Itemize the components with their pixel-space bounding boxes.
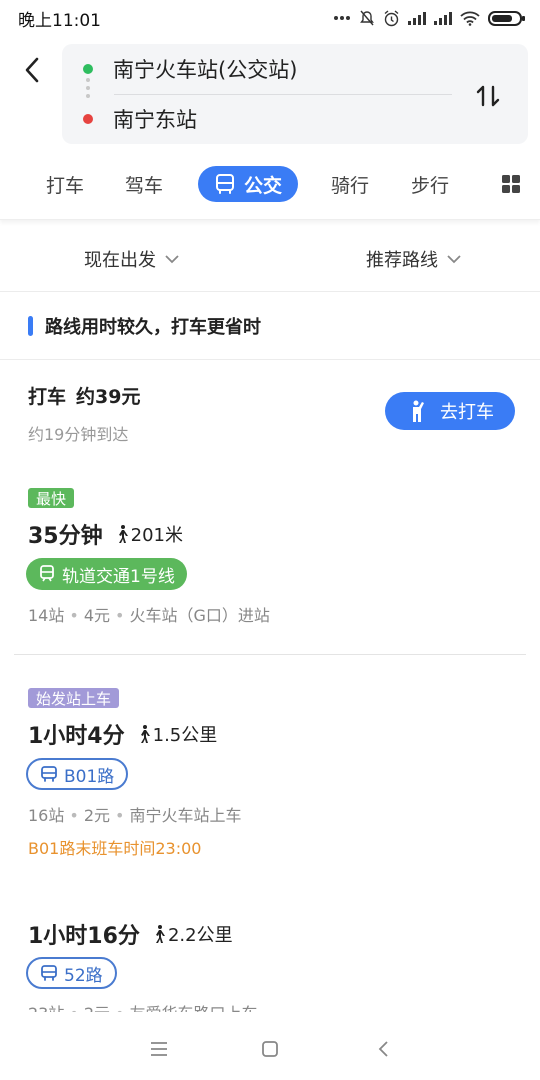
menu-icon [151,1042,167,1056]
boarding-point: 火车站（G口）进站 [129,606,270,625]
chevron-down-icon [165,255,179,264]
taxi-title: 打车 约39元 [28,382,140,409]
swap-button[interactable] [468,76,508,116]
back-triangle-icon [378,1041,388,1057]
route-input-box: 南宁火车站(公交站) 南宁东站 [62,44,528,144]
taxi-price: 约39元 [76,386,141,408]
line-tag-bus: B01路 [26,758,129,790]
line-name: B01路 [64,766,115,787]
route-badge-fastest: 最快 [28,488,75,508]
destination-dot [83,114,93,124]
walk-distance-text: 201米 [130,525,183,546]
hail-taxi-icon [413,400,424,422]
destination-field[interactable]: 南宁东站 [62,94,452,144]
destination-text: 南宁东站 [113,108,197,132]
home-square-icon [262,1041,278,1057]
line-name: 52路 [64,965,103,986]
route-header: 南宁火车站(公交站) 南宁东站 [0,36,540,148]
route-option-card[interactable]: 最快 35分钟 201米 轨道交通1号线 14站 • 4元 • 火车站（G口）进站 [0,478,540,654]
swap-arrows-icon [476,85,500,107]
route-detail: 14站 • 4元 • 火车站（G口）进站 [28,606,270,625]
route-duration: 1小时4分 1.5公里 [28,718,217,750]
taxi-label: 打车 [28,386,67,408]
taxi-suggestion-card[interactable]: 打车 约39元 约19分钟到达 去打车 [0,360,540,470]
route-badge-origin-stop: 始发站上车 [28,688,120,708]
walk-distance: 2.2公里 [152,921,233,947]
walk-distance-text: 1.5公里 [152,725,218,746]
stop-count: 14站 [28,606,65,625]
tab-drive[interactable]: 驾车 [125,166,163,202]
filter-row: 现在出发 推荐路线 [0,226,540,292]
route-duration-text: 1小时4分 [28,724,125,749]
tab-taxi[interactable]: 打车 [46,166,84,202]
walk-distance-text: 2.2公里 [167,925,233,946]
go-taxi-label: 去打车 [440,402,494,423]
tab-transit-label: 公交 [244,174,283,197]
more-modes-button[interactable] [500,166,522,202]
fare: 4元 [83,606,110,625]
route-notice: 路线用时较久，打车更省时 [0,292,540,360]
walk-distance: 1.5公里 [137,721,218,747]
more-dots-icon [334,16,350,20]
nav-back-button[interactable] [370,1036,396,1062]
bus-icon [41,766,57,782]
fare: 2元 [83,806,110,825]
route-duration: 35分钟 201米 [28,518,183,550]
alarm-icon [384,9,399,26]
grid-icon [502,175,520,193]
tab-bike[interactable]: 骑行 [331,166,369,202]
route-duration-text: 1小时16分 [28,924,140,949]
depart-time-label: 现在出发 [84,250,156,271]
depart-time-dropdown[interactable]: 现在出发 [84,246,180,272]
transport-mode-tabs: 打车 驾车 公交 骑行 步行 [0,148,540,220]
origin-field[interactable]: 南宁火车站(公交站) [62,44,452,94]
origin-text: 南宁火车站(公交站) [113,58,298,82]
signal-icon [434,11,452,25]
chevron-down-icon [447,255,461,264]
boarding-point: 南宁火车站上车 [129,806,242,825]
line-tag-metro: 轨道交通1号线 [26,558,187,590]
walk-distance: 201米 [115,521,183,547]
battery-icon [488,10,525,26]
line-tag-bus: 52路 [26,957,117,989]
walking-icon [140,725,150,743]
route-duration: 1小时16分 2.2公里 [28,918,233,950]
wifi-icon [460,11,480,26]
origin-dot [83,64,93,74]
notice-text: 路线用时较久，打车更省时 [45,316,261,338]
back-button[interactable] [14,50,50,90]
route-duration-text: 35分钟 [28,524,103,549]
status-time: 晚上11:01 [18,10,101,31]
walking-icon [155,925,165,943]
chevron-left-icon [25,57,39,83]
stop-count: 16站 [28,806,65,825]
mute-bell-icon [360,10,374,26]
route-sort-dropdown[interactable]: 推荐路线 [366,246,462,272]
go-taxi-button[interactable]: 去打车 [385,392,515,430]
nav-menu-button[interactable] [146,1036,172,1062]
signal-icon [408,11,426,25]
tab-walk[interactable]: 步行 [411,166,449,202]
bus-icon [216,174,234,194]
tab-transit[interactable]: 公交 [198,166,299,202]
line-name: 轨道交通1号线 [62,566,175,587]
nav-home-button[interactable] [257,1036,283,1062]
taxi-eta: 约19分钟到达 [28,425,129,444]
system-nav-bar [0,1020,540,1076]
route-sort-label: 推荐路线 [366,250,438,271]
notice-accent-bar [28,315,33,336]
train-icon [40,565,54,582]
walking-icon [118,525,128,543]
status-icons [333,9,525,27]
status-bar: 晚上11:01 [0,0,540,36]
card-divider [14,654,526,655]
bus-icon [41,965,57,981]
route-option-card[interactable]: 始发站上车 1小时4分 1.5公里 B01路 16站 • 2元 • 南宁火车站上车 B0… [0,678,540,878]
last-bus-warning: B01路末班车时间23:00 [28,839,202,858]
route-detail: 16站 • 2元 • 南宁火车站上车 [28,806,242,825]
